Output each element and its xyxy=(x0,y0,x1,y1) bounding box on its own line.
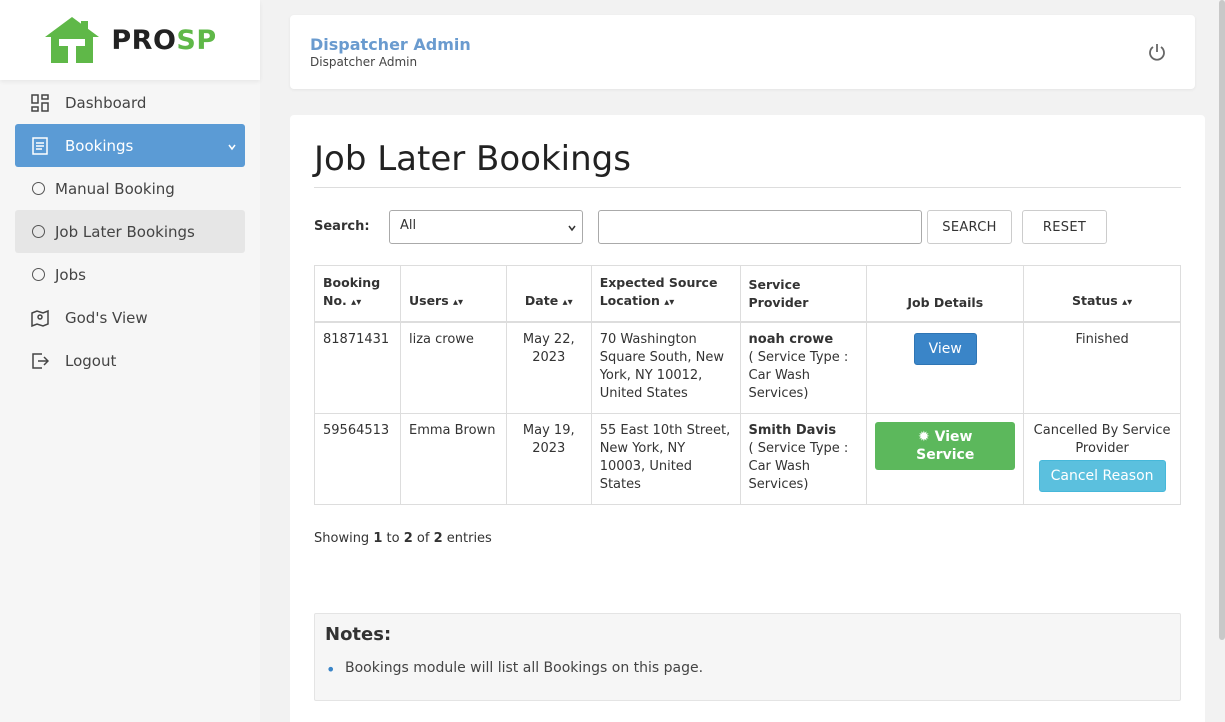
sidebar-item-label: Jobs xyxy=(55,265,86,284)
sidebar-item-gods-view[interactable]: God's View xyxy=(15,296,245,339)
sidebar-item-label: Manual Booking xyxy=(55,179,175,198)
sidebar-item-label: Job Later Bookings xyxy=(55,222,195,241)
sidebar-item-label: Logout xyxy=(65,351,117,370)
scrollbar[interactable] xyxy=(1219,0,1225,640)
column-header-booking-no[interactable]: Booking No. ▴▾ xyxy=(314,265,401,323)
date-cell: May 19, 2023 xyxy=(505,412,592,505)
booking-no-cell: 81871431 xyxy=(314,321,401,414)
booking-no-cell: 59564513 xyxy=(314,412,401,505)
column-header-users[interactable]: Users ▴▾ xyxy=(399,265,507,323)
provider-cell: Smith Davis ( Service Type : Car Wash Se… xyxy=(739,412,868,505)
power-icon[interactable] xyxy=(1147,42,1167,66)
column-header-location[interactable]: Expected Source Location ▴▾ xyxy=(590,265,741,323)
column-header-job-details: Job Details xyxy=(866,265,1025,323)
provider-name: Smith Davis xyxy=(748,422,837,438)
notes-panel: Notes: Bookings module will list all Boo… xyxy=(314,613,1181,701)
column-header-status[interactable]: Status ▴▾ xyxy=(1023,265,1181,323)
table-header-row: Booking No. ▴▾ Users ▴▾ Date ▴▾ Expected… xyxy=(314,265,1181,323)
search-label: Search: xyxy=(314,219,370,234)
view-button[interactable]: View xyxy=(913,333,977,365)
table-row: 81871431 liza crowe May 22, 2023 70 Wash… xyxy=(314,321,1181,414)
notes-title: Notes: xyxy=(325,624,392,645)
view-service-button[interactable]: ✹ View Service xyxy=(875,421,1016,470)
cancel-reason-button[interactable]: Cancel Reason xyxy=(1038,459,1166,492)
provider-name: noah crowe xyxy=(748,332,834,347)
reset-button[interactable]: RESET xyxy=(1022,210,1107,244)
sort-icon: ▴▾ xyxy=(453,297,464,308)
main-card: Job Later Bookings Search: All SEARCH RE… xyxy=(290,115,1205,722)
circle-icon xyxy=(32,182,45,195)
select-value: All xyxy=(400,218,417,233)
logout-icon xyxy=(15,352,65,370)
sidebar: PROSP Dashboard Bookings Manual Booking … xyxy=(0,0,260,722)
status-cell: Cancelled By Service Provider Cancel Rea… xyxy=(1023,412,1181,505)
sort-icon: ▴▾ xyxy=(664,297,675,308)
chevron-down-icon xyxy=(227,138,237,156)
header-subtitle: Dispatcher Admin xyxy=(310,55,418,69)
status-text: Cancelled By Service Provider xyxy=(1033,422,1171,456)
page-title: Job Later Bookings xyxy=(314,139,631,179)
logo-text: PROSP xyxy=(111,25,216,56)
sidebar-item-label: God's View xyxy=(65,308,148,327)
sort-icon: ▴▾ xyxy=(562,297,573,308)
date-cell: May 22, 2023 xyxy=(505,321,592,414)
provider-type: ( Service Type : Car Wash Services) xyxy=(748,440,849,492)
sidebar-item-dashboard[interactable]: Dashboard xyxy=(15,81,245,124)
search-button[interactable]: SEARCH xyxy=(927,210,1012,244)
sidebar-item-jobs[interactable]: Jobs xyxy=(15,253,245,296)
job-details-cell: ✹ View Service xyxy=(866,412,1025,505)
map-pin-icon xyxy=(15,309,65,327)
sidebar-item-bookings[interactable]: Bookings xyxy=(15,124,245,167)
top-header: Dispatcher Admin Dispatcher Admin xyxy=(290,15,1195,89)
user-cell: Emma Brown xyxy=(399,412,507,505)
sidebar-item-label: Bookings xyxy=(65,136,134,155)
divider xyxy=(314,187,1181,188)
provider-cell: noah crowe ( Service Type : Car Wash Ser… xyxy=(739,321,868,414)
list-icon xyxy=(15,136,65,155)
user-cell: liza crowe xyxy=(399,321,507,414)
sidebar-item-job-later-bookings[interactable]: Job Later Bookings xyxy=(15,210,245,253)
circle-icon xyxy=(32,225,45,238)
house-logo-icon xyxy=(45,17,100,63)
bookings-table: Booking No. ▴▾ Users ▴▾ Date ▴▾ Expected… xyxy=(314,265,1181,505)
table-row: 59564513 Emma Brown May 19, 2023 55 East… xyxy=(314,412,1181,505)
circle-icon xyxy=(32,268,45,281)
logo-text-sp: SP xyxy=(176,24,217,56)
search-filter-select[interactable]: All xyxy=(389,210,583,244)
provider-type: ( Service Type : Car Wash Services) xyxy=(748,350,849,401)
pagination-info: Showing 1 to 2 of 2 entries xyxy=(314,531,492,546)
logo[interactable]: PROSP xyxy=(0,0,260,80)
location-cell: 55 East 10th Street, New York, NY 10003,… xyxy=(590,412,741,505)
logo-text-pro: PRO xyxy=(111,24,177,56)
sidebar-nav: Dashboard Bookings Manual Booking Job La… xyxy=(0,80,260,382)
notes-item: Bookings module will list all Bookings o… xyxy=(326,660,703,679)
sidebar-item-manual-booking[interactable]: Manual Booking xyxy=(15,167,245,210)
job-details-cell: View xyxy=(866,321,1025,414)
status-cell: Finished xyxy=(1023,321,1181,414)
header-title: Dispatcher Admin xyxy=(310,35,471,54)
search-input[interactable] xyxy=(598,210,922,244)
notes-list: Bookings module will list all Bookings o… xyxy=(326,660,703,679)
column-header-service-provider: Service Provider xyxy=(739,265,868,323)
chevron-down-icon xyxy=(567,222,577,237)
sidebar-item-label: Dashboard xyxy=(65,93,147,112)
sort-icon: ▴▾ xyxy=(351,297,362,308)
sidebar-item-logout[interactable]: Logout xyxy=(15,339,245,382)
dashboard-icon xyxy=(15,93,65,112)
location-cell: 70 Washington Square South, New York, NY… xyxy=(590,321,741,414)
sort-icon: ▴▾ xyxy=(1122,297,1133,308)
gear-icon: ✹ xyxy=(918,428,930,445)
column-header-date[interactable]: Date ▴▾ xyxy=(505,265,592,323)
